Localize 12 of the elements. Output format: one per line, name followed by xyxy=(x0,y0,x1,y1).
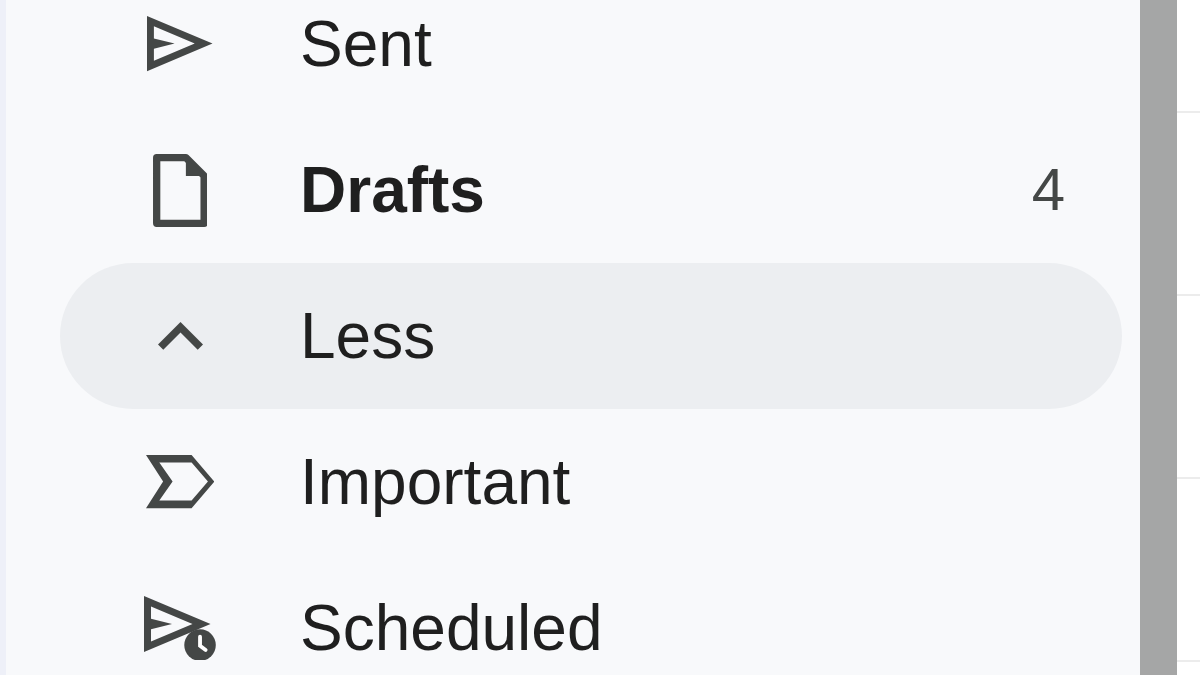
unread-count: 4 xyxy=(1031,160,1065,220)
sidebar-item[interactable]: Drafts 4 xyxy=(60,117,1122,263)
document-icon xyxy=(152,153,208,227)
chevron-up-icon xyxy=(157,322,203,350)
label-icon xyxy=(145,455,215,509)
sidebar-item[interactable]: Important xyxy=(60,409,1122,555)
send-icon xyxy=(147,16,213,72)
scrollbar-thumb[interactable] xyxy=(1140,0,1177,675)
collapse-toggle[interactable]: Less xyxy=(60,263,1122,409)
send-clock-icon xyxy=(144,595,216,661)
sidebar-item[interactable]: Scheduled xyxy=(60,555,1122,675)
sidebar-item[interactable]: Sent xyxy=(60,0,1122,117)
